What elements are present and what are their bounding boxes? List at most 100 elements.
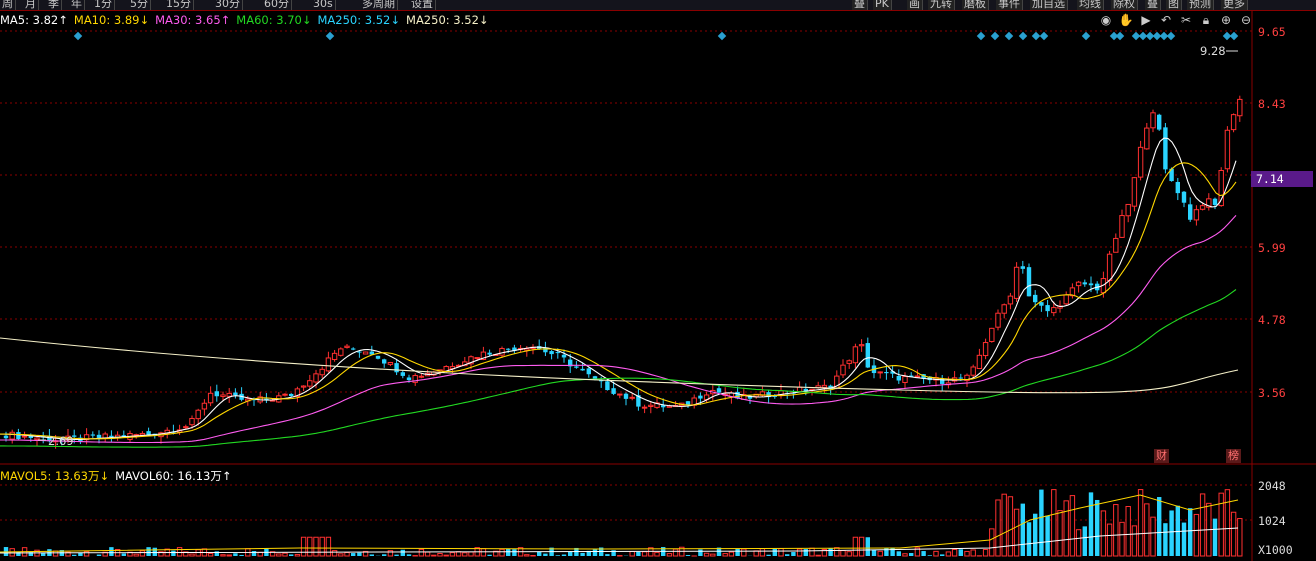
candle-body — [139, 432, 146, 436]
volume-bar — [499, 548, 505, 557]
volume-bar — [561, 554, 567, 556]
volume-bar — [537, 551, 542, 556]
volume-bar — [351, 553, 356, 556]
volume-bar — [394, 554, 399, 556]
volume-bar — [325, 536, 332, 557]
volume-bar — [176, 547, 183, 557]
volume-bar — [796, 548, 803, 557]
volume-bar — [1051, 489, 1057, 557]
volume-bar — [728, 551, 735, 557]
candle-body — [289, 393, 294, 397]
candle-body — [902, 376, 908, 383]
volume-bar — [282, 552, 288, 557]
volume-bar — [703, 552, 710, 557]
candle-body — [474, 357, 480, 360]
candle-body — [1125, 203, 1131, 217]
finance-badge[interactable]: 财 — [1154, 449, 1169, 463]
candle-body — [629, 396, 635, 399]
volume-bar — [641, 551, 648, 557]
volume-bar — [1013, 508, 1020, 557]
volume-bar — [1181, 522, 1187, 556]
candle-body — [195, 409, 201, 420]
volume-bar — [1069, 495, 1076, 557]
volume-bar — [871, 549, 877, 556]
candle-body — [1224, 129, 1231, 170]
event-marker — [73, 31, 83, 41]
candle-body — [821, 384, 828, 388]
volume-bar — [462, 552, 468, 557]
ma250-line — [0, 337, 1239, 394]
candle-body — [351, 348, 356, 350]
volume-bar — [171, 550, 176, 556]
candle-body — [90, 434, 95, 436]
candle-body — [1144, 127, 1150, 150]
volume-bar — [96, 554, 102, 556]
volume-tick: 1024 — [1258, 514, 1286, 528]
volume-bar — [834, 547, 840, 557]
volume-bar — [877, 550, 883, 557]
candle-body — [506, 348, 511, 350]
volume-bar — [982, 549, 989, 557]
volume-bar — [1218, 492, 1224, 557]
volume-bar — [226, 554, 232, 557]
candle-body — [1082, 282, 1087, 285]
volume-bar — [840, 550, 846, 557]
volume-bar — [319, 536, 325, 557]
volume-bar — [1188, 508, 1193, 556]
volume-bar — [400, 549, 405, 556]
high-annotation: 9.28 — [1200, 44, 1226, 58]
volume-bar — [1075, 529, 1082, 557]
candle-body — [1199, 205, 1206, 210]
volume-bar — [846, 551, 852, 557]
volume-bar — [512, 549, 517, 556]
volume-bar — [629, 551, 635, 557]
candle-body — [357, 351, 362, 353]
volume-bar — [735, 548, 740, 556]
candle-body — [34, 437, 40, 441]
candle-body — [989, 327, 995, 342]
volume-bar — [233, 553, 238, 556]
volume-bar — [133, 553, 139, 557]
candle-body — [877, 371, 883, 374]
volume-bar — [369, 554, 374, 556]
candle-body — [958, 377, 963, 379]
price-tick: 5.99 — [1258, 241, 1286, 255]
candle-body — [1212, 198, 1218, 205]
volume-bar — [896, 551, 901, 556]
volume-bar — [1193, 513, 1200, 557]
volume-bar — [480, 548, 487, 557]
candle-body — [146, 431, 151, 435]
event-marker — [717, 31, 727, 41]
volume-bar — [753, 550, 759, 557]
volume-bar — [152, 547, 157, 556]
candle-body — [1045, 305, 1050, 312]
event-marker — [976, 31, 986, 41]
volume-bar — [276, 553, 282, 557]
event-marker — [1031, 31, 1041, 41]
volume-bar — [530, 554, 536, 557]
volume-bar — [313, 536, 319, 557]
volume-bar — [1163, 523, 1168, 556]
volume-bar — [766, 554, 771, 556]
candle-body — [1007, 295, 1014, 305]
candle-body — [1230, 114, 1237, 131]
candle-body — [617, 393, 623, 396]
candle-body — [338, 348, 344, 356]
candle-body — [1131, 177, 1138, 207]
volume-bar — [109, 547, 114, 556]
volume-bar — [815, 554, 821, 557]
candle-body — [331, 352, 338, 361]
candle-body — [858, 344, 865, 347]
candle-body — [716, 388, 722, 393]
volume-legend: MAVOL5: 13.63万↓ MAVOL60: 16.13万↑ — [0, 468, 238, 484]
volume-bar — [1033, 513, 1038, 556]
low-annotation: 2.69 — [48, 434, 74, 448]
volume-bar — [921, 551, 926, 556]
volume-bar — [902, 553, 908, 557]
candle-body — [394, 363, 399, 373]
volume-bar — [1063, 500, 1069, 557]
price-tick: 8.43 — [1258, 97, 1286, 111]
ranking-badge[interactable]: 榜 — [1226, 449, 1241, 463]
volume-bar — [239, 554, 244, 556]
volume-bar — [940, 554, 945, 556]
